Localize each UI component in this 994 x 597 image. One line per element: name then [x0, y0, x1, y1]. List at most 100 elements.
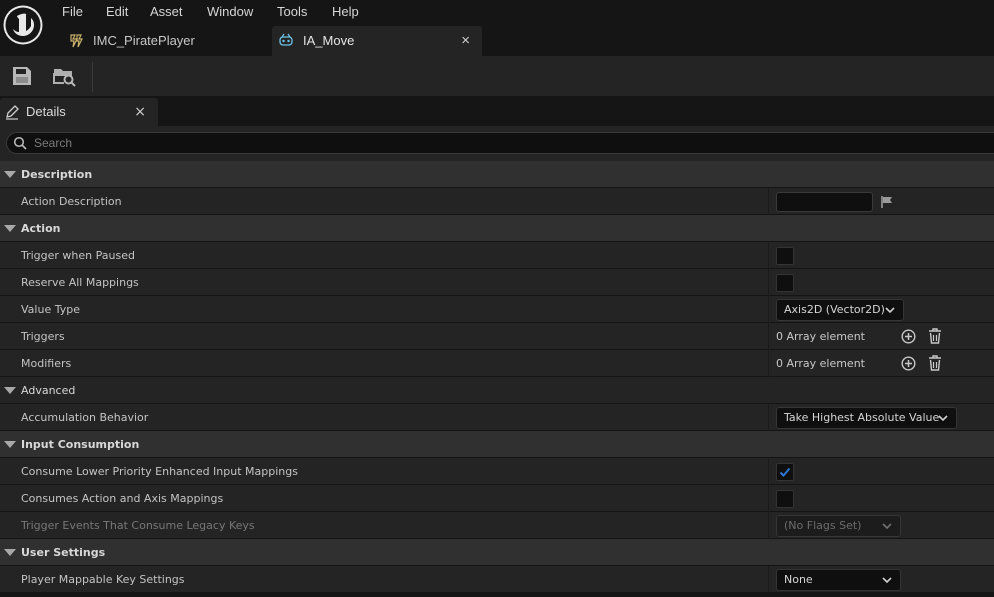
column-divider[interactable] — [768, 242, 769, 269]
search-input[interactable] — [34, 134, 934, 152]
tab-label: IA_Move — [303, 33, 355, 48]
details-property-list: Description Action Description Action Tr… — [0, 161, 994, 593]
tab-imc-pirateplayer[interactable]: IMC_PiratePlayer — [62, 26, 270, 56]
collapse-triangle-icon[interactable] — [4, 387, 16, 394]
menu-help[interactable]: Help — [332, 3, 359, 21]
value-type-dropdown[interactable]: Axis2D (Vector2D) — [776, 299, 904, 321]
menu-asset[interactable]: Asset — [150, 3, 183, 21]
dropdown-value: (No Flags Set) — [784, 519, 862, 532]
property-label: Consume Lower Priority Enhanced Input Ma… — [21, 465, 298, 478]
menu-tools[interactable]: Tools — [277, 3, 307, 21]
collapse-triangle-icon[interactable] — [4, 441, 16, 448]
menu-file[interactable]: File — [62, 3, 83, 21]
category-user-settings[interactable]: User Settings — [0, 539, 994, 566]
array-count: 0 Array element — [776, 357, 865, 370]
chevron-down-icon — [882, 577, 892, 584]
input-action-icon — [279, 33, 293, 46]
action-description-field[interactable] — [776, 192, 873, 212]
unreal-logo-icon[interactable] — [2, 4, 44, 46]
details-pencil-icon — [6, 105, 19, 120]
search-icon — [13, 136, 27, 150]
toolbar-separator — [92, 62, 93, 92]
save-icon[interactable] — [10, 64, 34, 88]
details-tab-label: Details — [26, 104, 66, 119]
category-action[interactable]: Action — [0, 215, 994, 242]
menu-edit[interactable]: Edit — [106, 3, 128, 21]
details-panel-tab[interactable]: Details × — [0, 98, 158, 126]
category-label: Advanced — [21, 384, 76, 397]
category-label: User Settings — [21, 546, 106, 559]
column-divider[interactable] — [768, 350, 769, 377]
array-count: 0 Array element — [776, 330, 865, 343]
search-box — [6, 132, 994, 154]
property-label: Reserve All Mappings — [21, 276, 139, 289]
chevron-down-icon — [938, 415, 948, 422]
panel-tab-bar: Details × — [0, 96, 994, 126]
column-divider[interactable] — [768, 458, 769, 485]
property-accumulation-behavior: Accumulation Behavior Take Highest Absol… — [0, 404, 994, 431]
collapse-triangle-icon[interactable] — [4, 549, 16, 556]
add-element-icon[interactable] — [901, 356, 916, 371]
title-bar: File Edit Asset Window Tools Help IMC_Pi… — [0, 0, 994, 56]
property-modifiers: Modifiers 0 Array element — [0, 350, 994, 377]
property-label: Trigger when Paused — [21, 249, 135, 262]
collapse-triangle-icon[interactable] — [4, 171, 16, 178]
category-label: Description — [21, 168, 93, 181]
property-trigger-events-legacy: Trigger Events That Consume Legacy Keys … — [0, 512, 994, 539]
column-divider[interactable] — [768, 188, 769, 215]
property-trigger-when-paused: Trigger when Paused — [0, 242, 994, 269]
trigger-events-legacy-dropdown: (No Flags Set) — [776, 515, 901, 537]
checkmark-icon — [779, 467, 791, 477]
add-element-icon[interactable] — [901, 329, 916, 344]
search-bar — [0, 126, 994, 161]
localization-flag-icon[interactable] — [880, 195, 894, 209]
trash-icon[interactable] — [928, 355, 942, 371]
property-label: Trigger Events That Consume Legacy Keys — [21, 519, 255, 532]
column-divider[interactable] — [768, 512, 769, 539]
category-input-consumption[interactable]: Input Consumption — [0, 431, 994, 458]
column-divider[interactable] — [768, 404, 769, 431]
property-action-description: Action Description — [0, 188, 994, 215]
property-label: Accumulation Behavior — [21, 411, 149, 424]
category-label: Action — [21, 222, 61, 235]
chevron-down-icon — [882, 523, 892, 530]
property-label: Modifiers — [21, 357, 72, 370]
property-consumes-action-axis: Consumes Action and Axis Mappings — [0, 485, 994, 512]
property-label: Consumes Action and Axis Mappings — [21, 492, 224, 505]
column-divider[interactable] — [768, 485, 769, 512]
dropdown-value: Axis2D (Vector2D) — [784, 303, 885, 316]
property-reserve-all-mappings: Reserve All Mappings — [0, 269, 994, 296]
tab-ia-move[interactable]: IA_Move × — [272, 26, 482, 56]
trash-icon[interactable] — [928, 328, 942, 344]
details-close-icon[interactable]: × — [134, 98, 146, 126]
property-label: Player Mappable Key Settings — [21, 573, 185, 586]
chevron-down-icon — [885, 307, 895, 314]
property-value-type: Value Type Axis2D (Vector2D) — [0, 296, 994, 323]
column-divider[interactable] — [768, 296, 769, 323]
browse-to-asset-icon[interactable] — [52, 64, 76, 88]
dropdown-value: None — [784, 573, 813, 586]
tab-label: IMC_PiratePlayer — [93, 33, 195, 48]
player-mappable-dropdown[interactable]: None — [776, 569, 901, 591]
dropdown-value: Take Highest Absolute Value — [784, 411, 940, 424]
property-consume-lower-priority: Consume Lower Priority Enhanced Input Ma… — [0, 458, 994, 485]
consume-lower-priority-checkbox[interactable] — [776, 463, 794, 481]
accumulation-behavior-dropdown[interactable]: Take Highest Absolute Value — [776, 407, 957, 429]
tab-close-icon[interactable]: × — [461, 26, 470, 56]
category-description[interactable]: Description — [0, 161, 994, 188]
category-advanced[interactable]: Advanced — [0, 377, 994, 404]
consumes-action-axis-checkbox[interactable] — [776, 490, 794, 508]
property-label: Triggers — [21, 330, 65, 343]
property-label: Value Type — [21, 303, 80, 316]
column-divider[interactable] — [768, 323, 769, 350]
property-triggers: Triggers 0 Array element — [0, 323, 994, 350]
trigger-when-paused-checkbox[interactable] — [776, 247, 794, 265]
property-label: Action Description — [21, 195, 122, 208]
reserve-all-mappings-checkbox[interactable] — [776, 274, 794, 292]
column-divider[interactable] — [768, 269, 769, 296]
collapse-triangle-icon[interactable] — [4, 225, 16, 232]
input-mapping-context-icon — [70, 34, 83, 48]
property-player-mappable-key-settings: Player Mappable Key Settings None — [0, 566, 994, 593]
menu-window[interactable]: Window — [207, 3, 253, 21]
column-divider[interactable] — [768, 566, 769, 593]
